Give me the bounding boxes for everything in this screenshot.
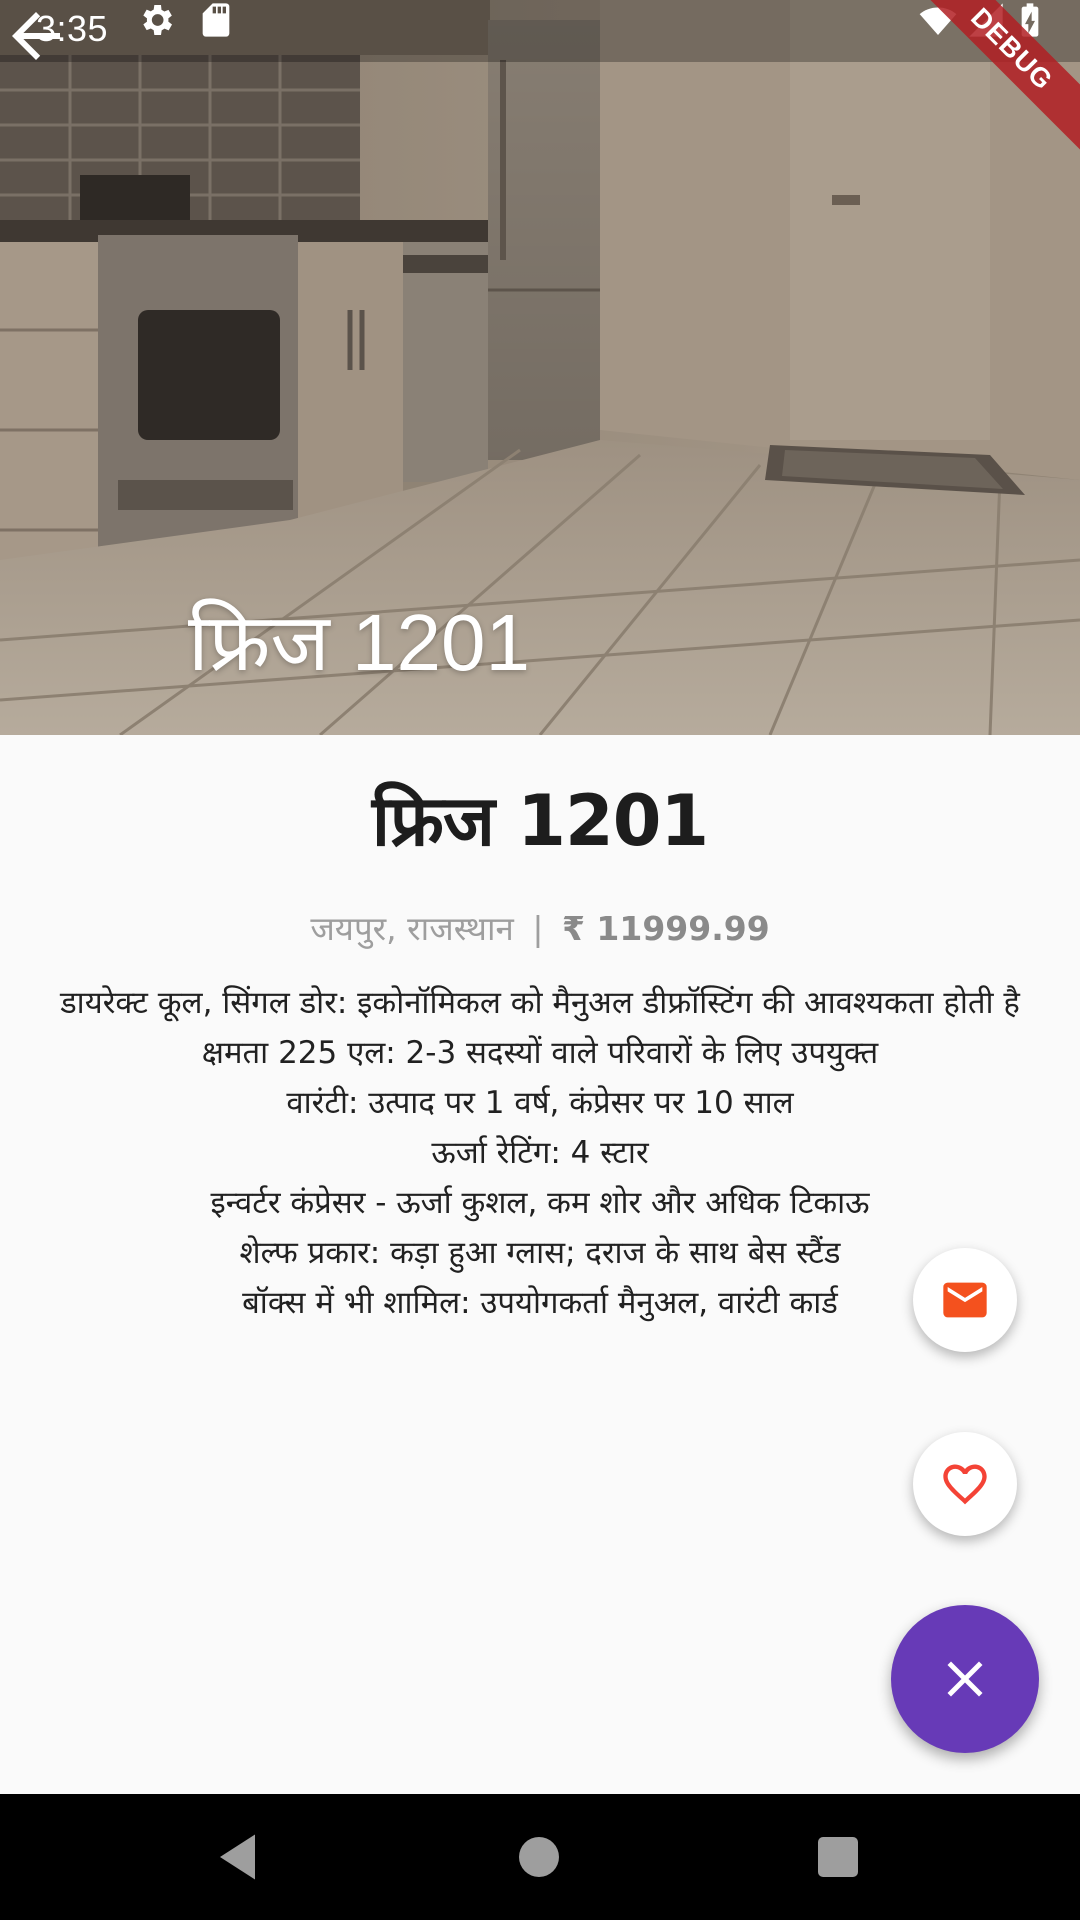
description-line: क्षमता 225 एल: 2-3 सदस्यों वाले परिवारों… (201, 1035, 879, 1071)
product-title: फ्रिज 1201 (371, 780, 709, 862)
kitchen-photo (0, 0, 1080, 735)
product-location: जयपुर, राजस्थान (310, 909, 514, 948)
description-line: वारंटी: उत्पाद पर 1 वर्ष, कंप्रेसर पर 10… (286, 1085, 794, 1121)
description-line: बॉक्स में भी शामिल: उपयोगकर्ता मैनुअल, व… (242, 1285, 838, 1321)
description-line: इन्वर्टर कंप्रेसर - ऊर्जा कुशल, कम शोर औ… (210, 1185, 870, 1221)
system-navigation-bar (0, 1794, 1080, 1920)
nav-recents-icon[interactable] (808, 1827, 868, 1887)
product-price: ₹ 11999.99 (561, 909, 770, 948)
app-bar-title: फ्रिज 1201 (188, 598, 530, 687)
sd-card-icon (202, 3, 230, 37)
favorite-button[interactable] (913, 1432, 1017, 1536)
description-line: ऊर्जा रेटिंग: 4 स्टार (431, 1135, 649, 1171)
product-meta: जयपुर, राजस्थान | ₹ 11999.99 (0, 905, 1080, 950)
close-button[interactable] (891, 1605, 1039, 1753)
settings-icon (143, 5, 172, 35)
product-description: डायरेक्ट कूल, सिंगल डोर: इकोनॉमिकल को मै… (24, 978, 1056, 1328)
meta-separator: | (532, 909, 544, 948)
mail-icon (943, 1282, 987, 1318)
heart-outline-icon (943, 1464, 987, 1505)
nav-home-icon[interactable] (509, 1827, 569, 1887)
status-bar: 3:35 (0, 0, 1080, 62)
mail-button[interactable] (913, 1248, 1017, 1352)
close-icon (947, 1661, 983, 1697)
arrow-back-icon[interactable] (0, 0, 72, 72)
description-line: डायरेक्ट कूल, सिंगल डोर: इकोनॉमिकल को मै… (60, 985, 1020, 1021)
product-detail-screen: 3:35 DEBUG फ्रिज 1201 फ्रिज 1201 जयपुर, … (0, 0, 1080, 1920)
description-line: शेल्फ प्रकार: कड़ा हुआ ग्लास; दराज के सा… (239, 1235, 841, 1271)
product-hero-image: 3:35 DEBUG फ्रिज 1201 (0, 0, 1080, 735)
nav-back-icon[interactable] (210, 1827, 270, 1887)
